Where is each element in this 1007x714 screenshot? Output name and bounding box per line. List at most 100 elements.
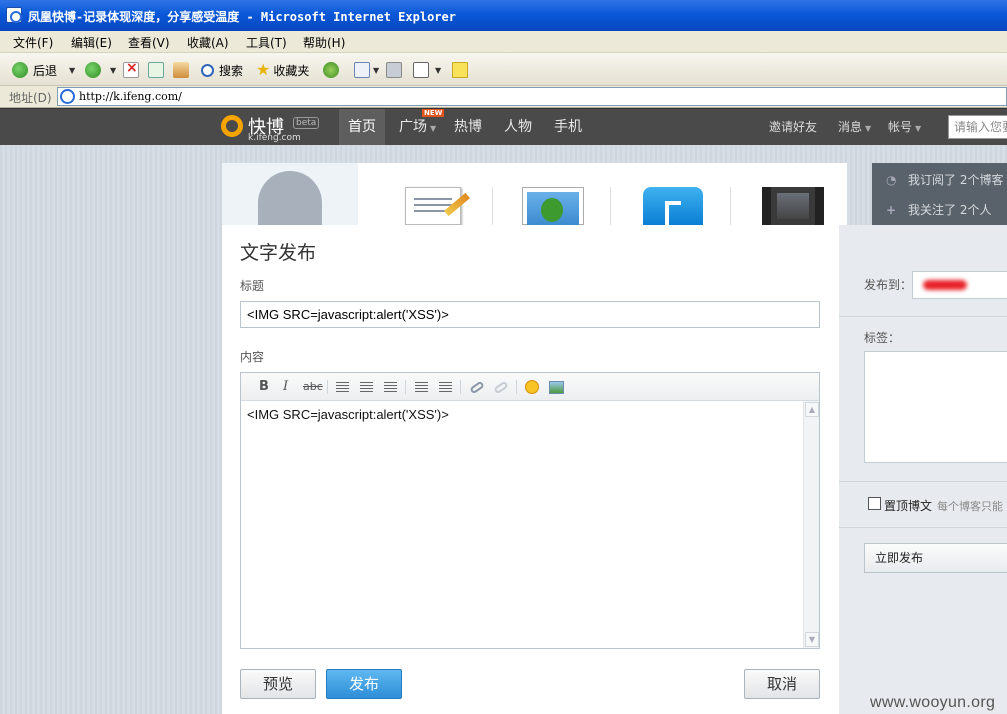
nav-people[interactable]: 人物 (495, 109, 541, 145)
post-text-icon[interactable] (405, 187, 470, 225)
align-center-icon[interactable] (360, 382, 373, 393)
forward-button[interactable]: ▼ (85, 60, 116, 80)
post-video-icon[interactable] (762, 187, 824, 225)
chevron-down-icon: ▼ (865, 124, 872, 133)
note-button[interactable] (452, 60, 468, 80)
title-label: 标题 (240, 279, 265, 293)
preview-button[interactable]: 预览 (240, 669, 316, 699)
editor-content[interactable]: <IMG SRC=javascript:alert('XSS')> (247, 407, 449, 422)
link-icon[interactable] (469, 380, 485, 395)
nav-home[interactable]: 首页 (339, 109, 385, 145)
stop-button[interactable] (123, 60, 139, 80)
editor-toolbar: B I abc (241, 373, 819, 401)
editor-scrollbar[interactable]: ▲ ▼ (803, 401, 819, 648)
plus-icon: + (886, 203, 897, 217)
watermark: www.wooyun.org (870, 694, 996, 711)
ie-page-icon (6, 7, 22, 23)
history-button[interactable] (323, 60, 339, 80)
chevron-down-icon[interactable]: ▼ (69, 66, 75, 75)
content-label: 内容 (240, 350, 265, 364)
ordered-list-icon[interactable] (415, 382, 428, 393)
subscription-summary: ◔ 我订阅了 2个博客 + 我关注了 2个人 (872, 163, 1007, 225)
rss-icon: ◔ (886, 173, 897, 187)
menu-tools[interactable]: 工具(T) (246, 34, 287, 51)
following-text: 我关注了 2个人 (908, 203, 992, 217)
search-button[interactable]: 搜索 (201, 60, 243, 80)
menu-edit[interactable]: 编辑(E) (71, 34, 112, 51)
print-button[interactable] (386, 60, 402, 80)
site-search-input[interactable]: 请输入您要 (948, 115, 1007, 139)
unlink-icon[interactable] (493, 380, 509, 395)
site-logo[interactable]: 快博 beta k.ifeng.com (221, 112, 321, 144)
post-type-card (222, 163, 847, 233)
divider (610, 187, 611, 225)
back-button[interactable]: 后退 ▼ (12, 60, 75, 80)
publish-button[interactable]: 发布 (326, 669, 402, 699)
subscribed-link[interactable]: ◔ 我订阅了 2个博客 (886, 171, 1003, 188)
menu-bar: 文件(F) 编辑(E) 查看(V) 收藏(A) 工具(T) 帮助(H) (0, 31, 1007, 53)
refresh-button[interactable] (148, 60, 164, 80)
logo-domain: k.ifeng.com (248, 133, 301, 143)
back-label: 后退 (33, 63, 58, 78)
emoticon-icon[interactable] (525, 380, 539, 394)
tags-input[interactable] (864, 351, 1007, 463)
menu-help[interactable]: 帮助(H) (303, 34, 345, 51)
insert-image-icon[interactable] (549, 381, 564, 394)
account-label: 帐号 (888, 120, 913, 134)
history-icon (323, 62, 339, 78)
refresh-icon (148, 62, 164, 78)
home-button[interactable] (173, 60, 189, 80)
new-badge: NEW (422, 109, 445, 117)
favorites-button[interactable]: ★ 收藏夹 (256, 60, 309, 80)
back-arrow-icon (12, 62, 28, 78)
publish-to-select[interactable]: chinsz (912, 271, 1007, 299)
avatar[interactable] (222, 163, 358, 233)
nav-mobile[interactable]: 手机 (545, 109, 591, 145)
logo-beta: beta (293, 117, 320, 129)
strikethrough-icon[interactable]: abc (303, 379, 323, 395)
search-label: 搜索 (219, 63, 244, 78)
mail-icon (354, 62, 370, 78)
star-icon: ★ (256, 60, 271, 79)
menu-file[interactable]: 文件(F) (13, 34, 53, 51)
post-editor-panel: 文字发布 标题 <IMG SRC=javascript:alert('XSS')… (222, 225, 839, 714)
following-link[interactable]: + 我关注了 2个人 (886, 201, 991, 218)
address-label: 地址(D) (9, 91, 52, 105)
pin-post-checkbox[interactable] (868, 497, 881, 510)
cancel-button[interactable]: 取消 (744, 669, 820, 699)
address-url: http://k.ifeng.com/ (79, 90, 182, 103)
publish-to-value: chinsz (923, 280, 967, 290)
scroll-down-icon[interactable]: ▼ (805, 632, 819, 647)
publish-now-button[interactable]: 立即发布 (864, 543, 1007, 573)
post-music-icon[interactable] (643, 187, 705, 225)
home-icon (173, 62, 189, 78)
site-navbar: 快博 beta k.ifeng.com 首页 广场 ▼ NEW 热博 人物 手机 … (0, 108, 1007, 145)
pin-post-hint: 每个博客只能 (937, 500, 1003, 513)
edit-icon (413, 62, 429, 78)
account-menu[interactable]: 帐号 ▼ (888, 109, 921, 145)
rich-text-editor[interactable]: B I abc <IMG SRC=javascript:alert('XSS')… (240, 372, 820, 649)
chevron-down-icon[interactable]: ▼ (373, 66, 379, 75)
align-left-icon[interactable] (336, 382, 349, 393)
post-photo-icon[interactable] (522, 187, 584, 226)
title-input[interactable]: <IMG SRC=javascript:alert('XSS')> (240, 301, 820, 328)
italic-icon[interactable]: I (283, 379, 288, 395)
align-right-icon[interactable] (384, 382, 397, 393)
menu-view[interactable]: 查看(V) (128, 34, 170, 51)
nav-hot[interactable]: 热博 (445, 109, 491, 145)
scroll-up-icon[interactable]: ▲ (805, 402, 819, 417)
menu-favorites[interactable]: 收藏(A) (187, 34, 229, 51)
address-field[interactable]: http://k.ifeng.com/ (57, 87, 1007, 106)
chevron-down-icon[interactable]: ▼ (110, 66, 116, 75)
tags-label: 标签： (864, 331, 901, 345)
edit-button[interactable]: ▼ (413, 60, 441, 80)
invite-friends-link[interactable]: 邀请好友 (769, 109, 817, 145)
page-title: 文字发布 (240, 242, 317, 264)
note-icon (452, 62, 468, 78)
unordered-list-icon[interactable] (439, 382, 452, 393)
mail-button[interactable]: ▼ (354, 60, 379, 80)
bold-icon[interactable]: B (259, 379, 269, 395)
chevron-down-icon: ▼ (430, 124, 437, 133)
chevron-down-icon[interactable]: ▼ (435, 66, 441, 75)
messages-menu[interactable]: 消息 ▼ (838, 109, 871, 145)
